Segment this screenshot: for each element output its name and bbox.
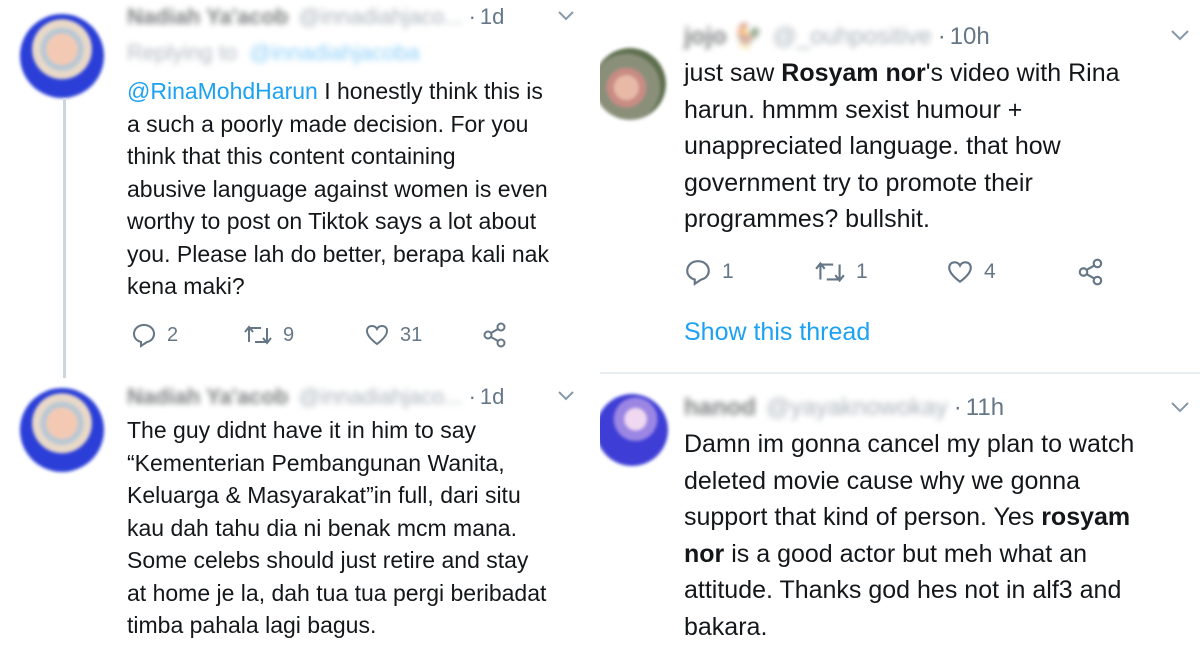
retweet-button[interactable]: 9 (243, 322, 294, 348)
chevron-down-icon[interactable] (1168, 22, 1192, 51)
tweet-text: Damn im gonna cancel my plan to watch de… (684, 426, 1196, 645)
tweet-header: jojo 🐓 @_ouhpositive · 10h (684, 22, 990, 51)
user-handle[interactable]: @innadiahjaco... (298, 384, 462, 410)
share-button[interactable] (1076, 257, 1106, 287)
tweet-2[interactable]: Nadiah Ya'acob @innadiahjaco... · 1d The… (0, 378, 594, 650)
replying-to: Replying to @innadiahjacoba (127, 40, 420, 66)
left-screenshot: Nadiah Ya'acob @innadiahjaco... · 1d Rep… (0, 0, 594, 650)
tweet-4[interactable]: hanod @yayaknowokay · 11h Damn im gonna … (600, 374, 1200, 650)
avatar[interactable] (600, 394, 668, 466)
display-name[interactable]: hanod (684, 394, 756, 422)
like-count: 31 (400, 323, 423, 346)
action-bar: 1 1 4 (684, 256, 1124, 288)
share-button[interactable] (481, 321, 509, 349)
tweet-header: hanod @yayaknowokay · 11h (684, 394, 1004, 422)
like-button[interactable]: 31 (364, 322, 422, 348)
avatar[interactable] (20, 388, 104, 472)
tweet-header: Nadiah Ya'acob @innadiahjaco... · 1d (127, 384, 504, 410)
tweet-header: Nadiah Ya'acob @innadiahjaco... · 1d (127, 4, 504, 30)
replying-handle[interactable]: @innadiahjacoba (249, 40, 419, 65)
chevron-down-icon[interactable] (1168, 394, 1192, 423)
retweet-button[interactable]: 1 (814, 258, 868, 286)
tweet-text-part: is a good actor but meh what an attitude… (684, 539, 1122, 641)
separator-dot: · (937, 23, 946, 50)
like-icon (946, 258, 974, 286)
tweet-1[interactable]: Nadiah Ya'acob @innadiahjaco... · 1d Rep… (0, 0, 594, 380)
like-count: 4 (984, 260, 996, 283)
display-name[interactable]: Nadiah Ya'acob (127, 384, 288, 410)
separator-dot: · (468, 4, 476, 29)
avatar[interactable] (600, 48, 666, 120)
tweet-text: @RinaMohdHarun I honestly think this is … (127, 75, 587, 303)
user-handle[interactable]: @yayaknowokay (766, 394, 948, 422)
action-bar: 2 9 31 (127, 320, 547, 350)
mention-link[interactable]: @RinaMohdHarun (127, 78, 318, 104)
avatar[interactable] (20, 14, 104, 98)
display-name[interactable]: Nadiah Ya'acob (127, 4, 288, 30)
thread-connector-line (63, 98, 66, 378)
retweet-icon (814, 258, 846, 286)
tweet-text-part: just saw (684, 59, 782, 87)
timestamp[interactable]: 1d (480, 384, 504, 410)
like-button[interactable]: 4 (946, 258, 996, 286)
retweet-count: 1 (856, 260, 868, 283)
tweet-text-body: I honestly think this is a such a poorly… (127, 78, 549, 299)
chevron-down-icon[interactable] (555, 384, 577, 411)
reply-button[interactable]: 2 (131, 322, 178, 348)
user-handle[interactable]: @_ouhpositive (773, 23, 932, 51)
bold-name: Rosyam nor (781, 59, 926, 87)
timestamp[interactable]: 10h (950, 23, 990, 51)
chevron-down-icon[interactable] (555, 4, 577, 31)
right-screenshot: jojo 🐓 @_ouhpositive · 10h just saw Rosy… (600, 0, 1200, 650)
tweet-text: The guy didnt have it in him to say “Kem… (127, 417, 547, 638)
user-handle[interactable]: @innadiahjaco... (298, 4, 462, 30)
tweet-3[interactable]: jojo 🐓 @_ouhpositive · 10h just saw Rosy… (600, 0, 1200, 372)
share-icon (481, 321, 509, 349)
tweet-text: just saw Rosyam nor's video with Rina ha… (684, 55, 1194, 238)
reply-button[interactable]: 1 (684, 258, 734, 286)
name-emoji: 🐓 (732, 23, 763, 50)
retweet-count: 9 (283, 323, 295, 346)
show-thread-link[interactable]: Show this thread (684, 318, 870, 347)
separator-dot: · (953, 394, 962, 421)
replying-label: Replying to (127, 40, 238, 65)
reply-count: 2 (167, 323, 179, 346)
timestamp[interactable]: 1d (480, 4, 504, 30)
share-icon (1076, 257, 1106, 287)
reply-icon (131, 322, 157, 348)
reply-count: 1 (722, 260, 734, 283)
display-name[interactable]: jojo (684, 23, 727, 51)
reply-icon (684, 258, 712, 286)
like-icon (364, 322, 390, 348)
separator-dot: · (468, 384, 476, 409)
retweet-icon (243, 322, 273, 348)
timestamp[interactable]: 11h (966, 394, 1004, 422)
